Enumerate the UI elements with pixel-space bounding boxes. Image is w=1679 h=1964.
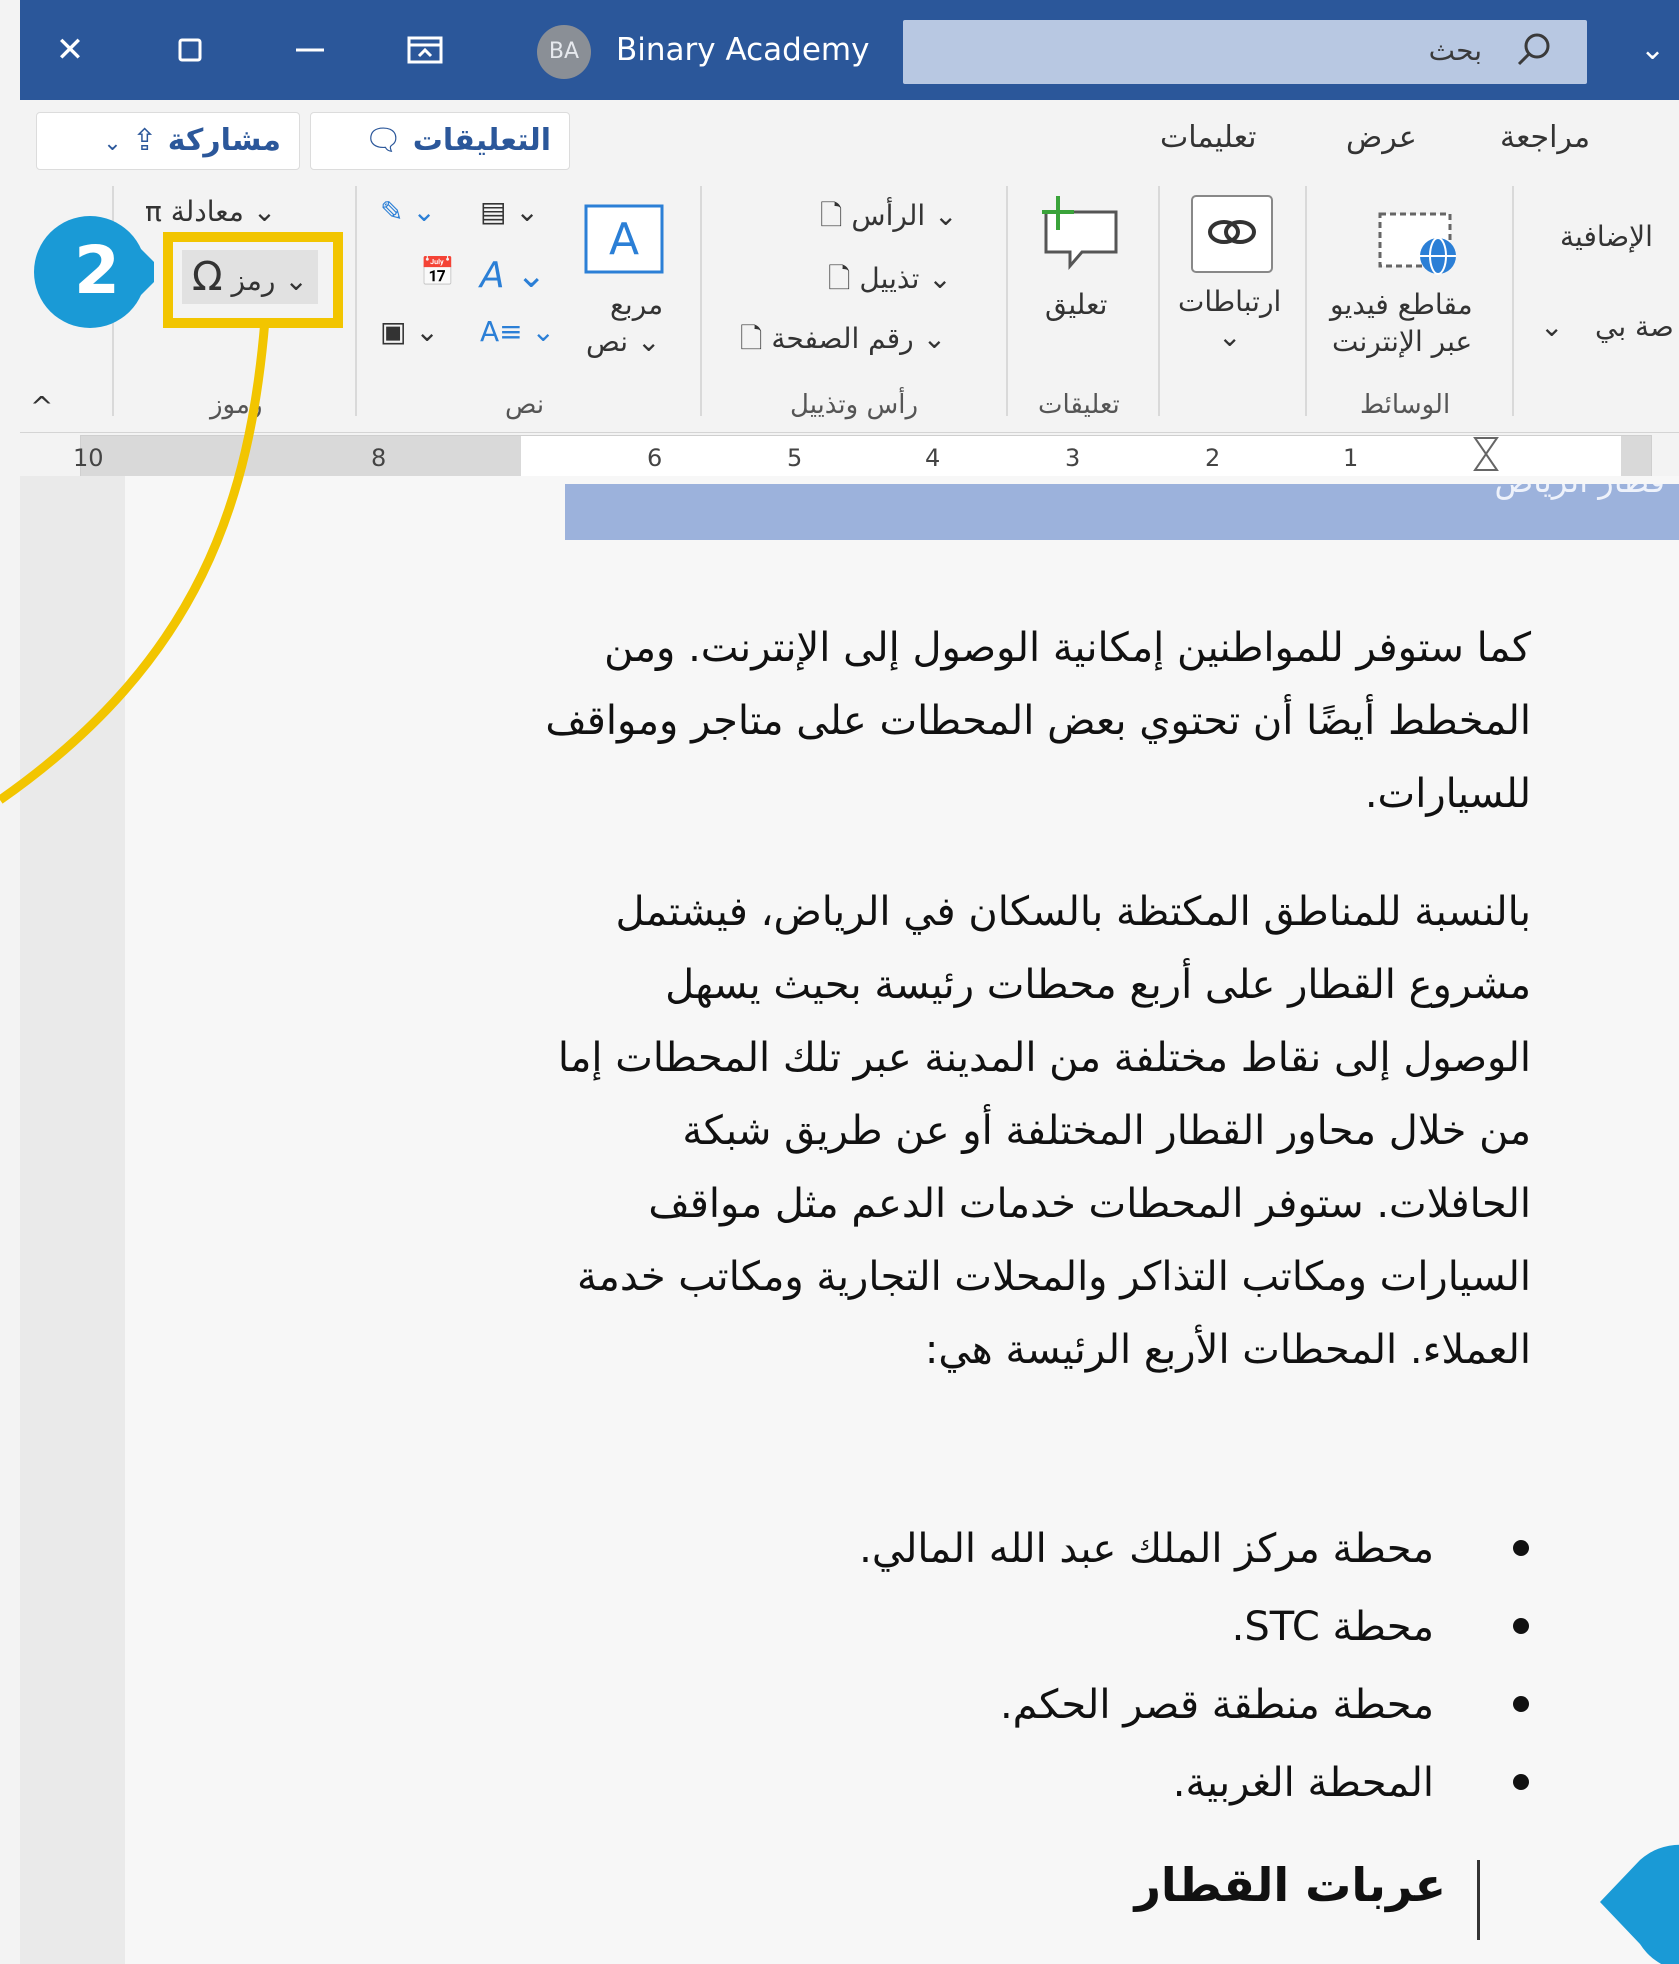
tab-help[interactable]: تعليمات [1160, 120, 1257, 155]
textbox-label-2: نص [586, 325, 629, 358]
paragraph: كما ستوفر للمواطنين إمكانية الوصول إلى ا… [545, 625, 1531, 817]
list-item: محطة STC. [859, 1588, 1529, 1666]
list-item-text: محطة STC. [1231, 1604, 1434, 1650]
header-label: الرأس [851, 199, 926, 232]
search-placeholder: بحث [1428, 34, 1482, 67]
bullet-icon [1513, 1774, 1529, 1790]
minimize-icon[interactable] [290, 30, 330, 70]
text-cursor [1477, 1860, 1480, 1940]
online-video-button-line2[interactable]: عبر الإنترنت [1332, 325, 1472, 358]
bullet-list: محطة مركز الملك عبد الله المالي. محطة ST… [859, 1510, 1529, 1822]
comment-button[interactable]: تعليق [1045, 288, 1107, 321]
drop-cap-icon[interactable]: ⌄ ≡A [480, 315, 555, 348]
list-item-text: المحطة الغربية. [1172, 1760, 1434, 1806]
search-icon [1517, 33, 1550, 66]
search-input[interactable]: بحث [903, 20, 1587, 84]
addins-label-2[interactable]: صة بي [1595, 310, 1674, 343]
tab-review[interactable]: مراجعة [1500, 120, 1590, 155]
footer-button[interactable]: ⌄ تذييل 🗋 [828, 258, 952, 306]
chevron-down-icon: ⌄ [243, 195, 277, 228]
chevron-down-icon: ⌄ [925, 199, 958, 232]
page-number-label: رقم الصفحة [771, 322, 914, 355]
link-icon [1191, 195, 1273, 273]
chevron-down-icon: ⌄ [628, 325, 661, 358]
ruler-tick: 5 [787, 444, 803, 472]
account-name[interactable]: Binary Academy [616, 32, 869, 68]
textbox-button[interactable]: مربع [610, 288, 663, 321]
list-item: محطة مركز الملك عبد الله المالي. [859, 1510, 1529, 1588]
paragraph: بالنسبة للمناطق المكتظة بالسكان في الريا… [557, 889, 1531, 1373]
bullet-icon [1513, 1540, 1529, 1556]
comments-button[interactable]: التعليقات 🗨 [310, 112, 570, 170]
list-item-text: محطة مركز الملك عبد الله المالي. [859, 1526, 1434, 1572]
list-item: محطة منطقة قصر الحكم. [859, 1666, 1529, 1744]
heading-band-text: قطار الرياض [1494, 484, 1665, 500]
list-item-text: محطة منطقة قصر الحكم. [999, 1682, 1434, 1728]
chevron-down-icon[interactable]: ⌄ [1218, 320, 1241, 353]
comments-label: التعليقات [412, 123, 551, 158]
footer-label: تذييل [859, 262, 920, 295]
page-number-button[interactable]: ⌄ رقم الصفحة 🗋 [740, 318, 946, 366]
share-icon: ⇪ [132, 123, 158, 158]
ruler-tick: 3 [1065, 444, 1081, 472]
text-group-label: نص [505, 390, 545, 420]
ruler: 10 8 6 5 4 3 2 1 [73, 435, 1652, 477]
addins-label[interactable]: الإضافية [1560, 220, 1653, 253]
ruler-tick: 4 [925, 444, 941, 472]
callout-line [0, 319, 270, 804]
links-button[interactable]: ارتباطات [1178, 285, 1281, 318]
wordart-icon[interactable]: ⌄ 𝘈 [480, 255, 546, 296]
close-icon[interactable]: ✕ [50, 30, 90, 70]
quick-parts-icon[interactable]: ⌄ ▤ [480, 195, 539, 228]
new-comment-icon [1042, 196, 1118, 271]
ruler-tick: 2 [1205, 444, 1221, 472]
chevron-down-icon[interactable]: ⌄ [1540, 310, 1563, 343]
title-bar: ✕ BA Binary Academy بحث ⌄ [20, 0, 1679, 100]
online-video-button[interactable]: مقاطع فيديو [1330, 288, 1473, 321]
maximize-icon[interactable] [170, 30, 210, 70]
share-button[interactable]: مشاركة ⇪ ⌄ [36, 112, 300, 170]
step-number: 2 [74, 232, 120, 309]
chevron-down-icon: ⌄ [919, 262, 952, 295]
media-group-label: الوسائط [1360, 390, 1451, 420]
header-icon: 🗋 [820, 199, 843, 232]
ruler-tick: 6 [647, 444, 663, 472]
svg-text:A: A [609, 214, 639, 265]
header-button[interactable]: ⌄ الرأس 🗋 [820, 195, 958, 243]
date-time-icon[interactable]: 📅 [420, 255, 455, 288]
equation-label: معادلة [170, 195, 244, 228]
comment-icon: 🗨 [364, 123, 403, 158]
header-footer-group-label: رأس وتذييل [790, 390, 918, 420]
footer-icon: 🗋 [828, 262, 851, 295]
chevron-down-icon[interactable]: ⌄ [1640, 32, 1665, 67]
equation-button[interactable]: ⌄ معادلة π [145, 195, 276, 228]
callout-highlight [163, 232, 343, 328]
textbox-button-line2[interactable]: ⌄ نص [586, 325, 660, 358]
ribbon-display-icon[interactable] [405, 30, 445, 70]
ruler-tick: 8 [371, 444, 387, 472]
online-video-icon [1378, 212, 1456, 275]
bullet-icon [1513, 1696, 1529, 1712]
page-number-icon: 🗋 [740, 322, 763, 355]
ruler-tick: 1 [1343, 444, 1359, 472]
bullet-icon [1513, 1618, 1529, 1634]
list-item: المحطة الغربية. [859, 1744, 1529, 1822]
indent-marker-icon[interactable] [1471, 436, 1501, 476]
step-badge-partial [1600, 1844, 1679, 1964]
chevron-down-icon: ⌄ [913, 322, 947, 355]
heading-band: قطار الرياض [565, 484, 1679, 540]
share-label: مشاركة [167, 123, 281, 158]
signature-line-icon[interactable]: ⌄ ✎ [380, 195, 436, 228]
chevron-down-icon: ⌄ [103, 131, 122, 156]
object-icon[interactable]: ⌄ ▣ [380, 315, 439, 348]
textbox-icon: A [584, 204, 664, 274]
avatar[interactable]: BA [537, 25, 591, 79]
subheading: عربات القطار [1134, 1858, 1446, 1912]
tab-view[interactable]: عرض [1346, 120, 1417, 155]
comments-group-label: تعليقات [1038, 390, 1120, 420]
